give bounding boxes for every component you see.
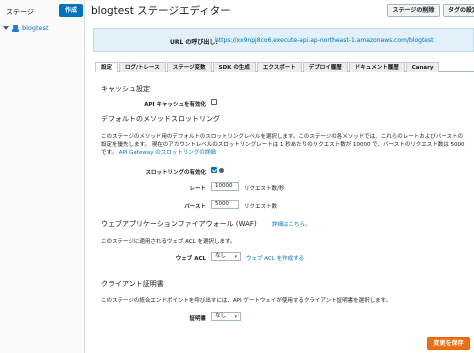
waf-description: このステージに適用されるウェブ ACL を選択します。 bbox=[101, 239, 236, 245]
invoke-url-link[interactable]: https://xx9npj8co6.execute-api.ap-northe… bbox=[215, 37, 433, 44]
page-title: blogtest ステージエディター bbox=[91, 5, 231, 17]
tab-export[interactable]: エクスポート bbox=[256, 62, 302, 72]
tab-stage-variables[interactable]: ステージ変数 bbox=[166, 62, 212, 72]
web-acl-select[interactable]: なし ▾ bbox=[211, 252, 241, 261]
certificate-label: 証明書 bbox=[189, 316, 206, 322]
web-acl-label: ウェブ ACL bbox=[175, 256, 206, 262]
burst-input[interactable]: 5000 bbox=[211, 200, 239, 209]
save-changes-button[interactable]: 変更を保存 bbox=[427, 337, 470, 350]
cache-section-title: キャッシュ設定 bbox=[101, 85, 150, 93]
tab-documentation-history[interactable]: ドキュメント履歴 bbox=[348, 62, 405, 72]
throttling-details-link[interactable]: API Gateway のスロットリングの詳細 bbox=[119, 150, 216, 156]
tag-settings-button[interactable]: タグの設定 bbox=[443, 4, 474, 17]
throttling-section-title: デフォルトのメソッドスロットリング bbox=[101, 115, 220, 123]
throttling-enable-checkbox[interactable] bbox=[211, 167, 217, 173]
rate-label: レート bbox=[189, 186, 206, 192]
cache-enable-label: API キャッシュを有効化 bbox=[144, 102, 206, 108]
certificate-select[interactable]: なし ▾ bbox=[211, 312, 241, 321]
tab-canary[interactable]: Canary bbox=[405, 62, 440, 72]
tab-logs-tracing[interactable]: ログ/トレース bbox=[119, 62, 166, 72]
rate-input[interactable]: 10000 bbox=[211, 182, 239, 191]
certificate-value: なし bbox=[215, 313, 227, 319]
rate-unit: リクエスト数/秒 bbox=[244, 186, 285, 192]
delete-stage-button[interactable]: ステージの削除 bbox=[387, 4, 440, 17]
create-web-acl-link[interactable]: ウェブ ACL を作成する bbox=[246, 254, 304, 262]
info-icon[interactable] bbox=[219, 168, 224, 173]
client-cert-description: このステージの統合エンドポイントを呼び出すには、API ゲートウェイが使用するク… bbox=[101, 298, 392, 304]
sidebar-header: ステージ bbox=[6, 8, 34, 16]
web-acl-value: なし bbox=[215, 253, 227, 259]
invoke-url-banner: URL の呼び出し: https://xx9npj8co6.execute-ap… bbox=[93, 28, 474, 52]
throttling-description: このステージのメソッド用のデフォルトのスロットリングレベルを選択します。このステ… bbox=[101, 133, 467, 157]
burst-unit: リクエスト数 bbox=[244, 204, 278, 210]
chevron-down-icon: ▾ bbox=[234, 314, 237, 320]
stage-sidebar: ステージ 作成 blogtest bbox=[0, 0, 85, 353]
tab-sdk-generation[interactable]: SDK の生成 bbox=[212, 62, 256, 72]
waf-details-link[interactable]: 詳細はこちら。 bbox=[272, 220, 311, 228]
cache-enable-checkbox[interactable] bbox=[211, 99, 217, 105]
tab-settings[interactable]: 設定 bbox=[95, 62, 119, 72]
chevron-down-icon: ▾ bbox=[234, 254, 237, 260]
waf-section-title: ウェブアプリケーションファイアウォール (WAF) bbox=[101, 220, 257, 228]
stage-tabs: 設定 ログ/トレース ステージ変数 SDK の生成 エクスポート デプロイ履歴 … bbox=[95, 62, 474, 72]
stage-icon bbox=[12, 24, 19, 32]
sidebar-item-blogtest[interactable]: blogtest bbox=[3, 24, 49, 32]
client-cert-section-title: クライアント証明書 bbox=[101, 280, 164, 288]
tab-deployment-history[interactable]: デプロイ履歴 bbox=[302, 62, 348, 72]
throttling-enable-label: スロットリングの有効化 bbox=[145, 170, 206, 176]
invoke-url-label: URL の呼び出し: bbox=[170, 39, 218, 46]
burst-label: バースト bbox=[184, 204, 206, 210]
sidebar-item-label: blogtest bbox=[22, 24, 49, 32]
expand-triangle-icon[interactable] bbox=[3, 26, 9, 30]
create-stage-button[interactable]: 作成 bbox=[59, 4, 83, 17]
